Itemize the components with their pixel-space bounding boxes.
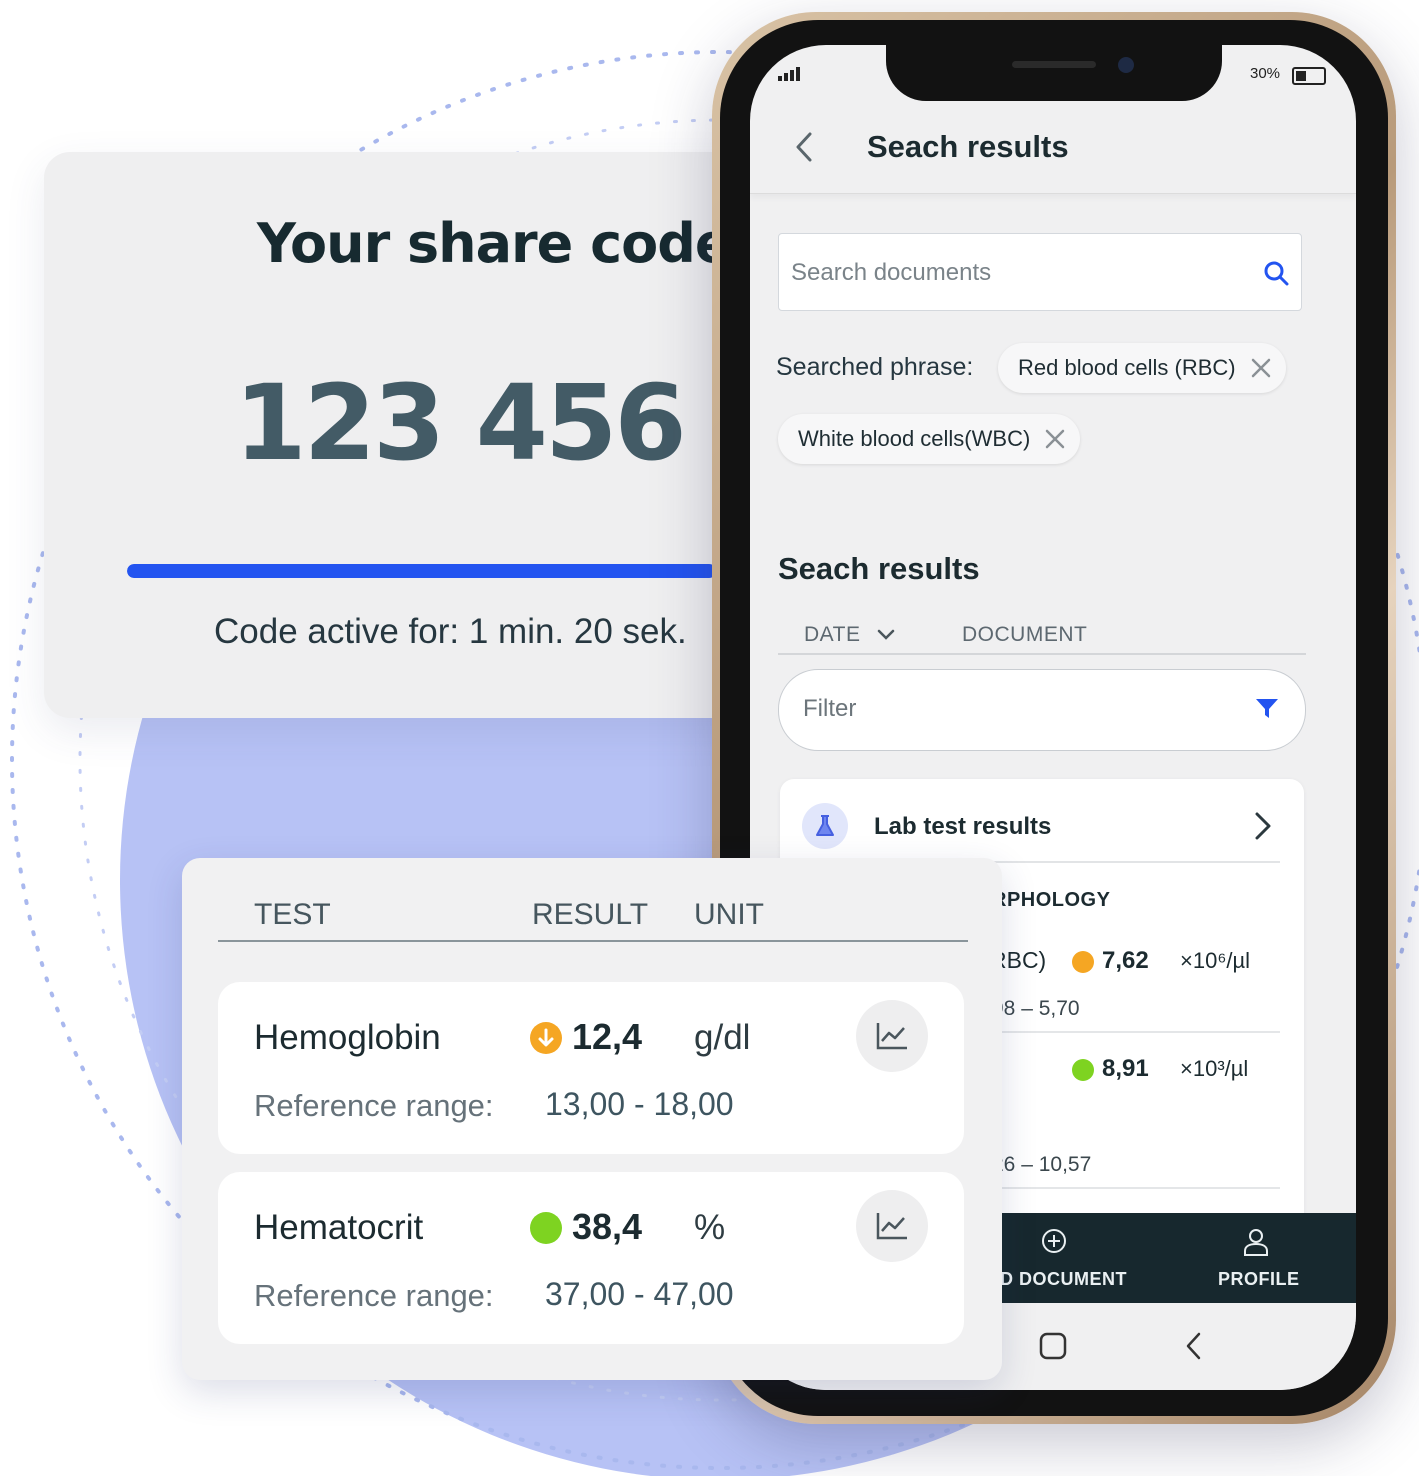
result-value: 38,4 bbox=[572, 1206, 643, 1247]
lab-row-unit: ×10⁶/µl bbox=[1180, 948, 1251, 973]
phone-notch bbox=[886, 45, 1222, 101]
plus-circle-icon bbox=[1042, 1229, 1066, 1253]
flask-icon bbox=[802, 803, 848, 849]
date-header-label: DATE bbox=[804, 623, 861, 646]
line-chart-icon bbox=[876, 1023, 907, 1050]
page-title: Seach results bbox=[867, 129, 1069, 164]
chevron-down-icon bbox=[877, 629, 895, 640]
app-bar: Seach results bbox=[750, 101, 1356, 194]
status-low-icon bbox=[530, 1022, 562, 1054]
code-timer-progress bbox=[127, 564, 767, 578]
front-camera bbox=[1118, 57, 1134, 73]
battery-percentage: 30% bbox=[1250, 65, 1281, 82]
trend-chart-button[interactable] bbox=[856, 1000, 928, 1072]
code-active-text: Code active for: 1 min. 20 sek. bbox=[214, 612, 687, 651]
lab-row-value: 8,91 bbox=[1102, 1055, 1149, 1082]
close-icon[interactable] bbox=[1044, 428, 1066, 450]
close-icon[interactable] bbox=[1250, 357, 1272, 379]
results-section-title: Seach results bbox=[778, 551, 980, 586]
code-timer-progress-fill bbox=[127, 564, 716, 578]
phrase-chip-wbc[interactable]: White blood cells(WBC) bbox=[778, 414, 1081, 464]
lab-row-unit: ×10³/µl bbox=[1180, 1056, 1249, 1081]
search-box bbox=[778, 233, 1302, 312]
test-name: Hemoglobin bbox=[254, 1018, 441, 1057]
results-table-card: TEST RESULT UNIT Hemoglobin 12,4 g/dl Re… bbox=[182, 858, 1002, 1380]
filter-dropdown[interactable]: Filter bbox=[778, 669, 1306, 751]
nav-add-document[interactable]: D DOCUMENT bbox=[980, 1213, 1140, 1303]
lab-results-title: Lab test results bbox=[874, 813, 1052, 840]
nav-profile[interactable]: PROFILE bbox=[1200, 1213, 1310, 1303]
header-result: RESULT bbox=[532, 898, 649, 931]
home-square-icon[interactable] bbox=[1038, 1331, 1068, 1361]
lab-row-ref: 98 – 5,70 bbox=[992, 997, 1080, 1020]
signal-icon bbox=[778, 67, 800, 81]
test-name: Hematocrit bbox=[254, 1208, 424, 1247]
speaker-grille bbox=[1012, 61, 1096, 68]
status-normal-icon bbox=[1072, 1059, 1094, 1081]
chevron-right-icon[interactable] bbox=[1254, 811, 1272, 841]
lab-row-divider bbox=[994, 1031, 1280, 1033]
phrase-chip-rbc[interactable]: Red blood cells (RBC) bbox=[998, 343, 1286, 393]
result-value: 12,4 bbox=[572, 1016, 643, 1057]
table-row[interactable]: Hemoglobin 12,4 g/dl Reference range: 13… bbox=[218, 982, 964, 1154]
line-chart-icon bbox=[876, 1213, 907, 1240]
filter-icon bbox=[1256, 699, 1278, 718]
share-code-card: Your share code: 123 456 Code active for… bbox=[44, 152, 767, 718]
column-divider bbox=[778, 653, 1306, 655]
reference-range-value: 37,00 - 47,00 bbox=[545, 1276, 734, 1312]
lab-row-divider bbox=[994, 1187, 1280, 1189]
reference-range-label: Reference range: bbox=[254, 1088, 494, 1123]
sort-date-header[interactable]: DATE bbox=[804, 623, 895, 647]
result-unit: g/dl bbox=[694, 1018, 751, 1057]
battery-icon bbox=[1292, 67, 1326, 85]
search-input[interactable] bbox=[789, 234, 1253, 312]
chip-label: White blood cells(WBC) bbox=[798, 426, 1031, 451]
lab-row-value: 7,62 bbox=[1102, 947, 1149, 974]
trend-chart-button[interactable] bbox=[856, 1190, 928, 1262]
nav-add-document-label: D DOCUMENT bbox=[1000, 1269, 1127, 1289]
lab-row-ref: 26 – 10,57 bbox=[992, 1153, 1092, 1176]
document-header[interactable]: DOCUMENT bbox=[962, 623, 1087, 647]
back-arrow-icon[interactable] bbox=[794, 131, 814, 163]
table-header-divider bbox=[218, 940, 968, 942]
search-icon[interactable] bbox=[1263, 260, 1289, 286]
system-back-icon[interactable] bbox=[1184, 1331, 1204, 1361]
status-normal-icon bbox=[530, 1212, 562, 1244]
reference-range-label: Reference range: bbox=[254, 1278, 494, 1313]
header-test: TEST bbox=[254, 898, 331, 931]
nav-profile-label: PROFILE bbox=[1218, 1269, 1300, 1289]
person-icon bbox=[1244, 1229, 1268, 1256]
header-unit: UNIT bbox=[694, 898, 764, 931]
filter-placeholder: Filter bbox=[803, 695, 857, 722]
table-row[interactable]: Hematocrit 38,4 % Reference range: 37,00… bbox=[218, 1172, 964, 1344]
searched-phrase-label: Searched phrase: bbox=[776, 353, 974, 381]
section-label: RPHOLOGY bbox=[992, 889, 1111, 911]
result-unit: % bbox=[694, 1208, 726, 1247]
chip-label: Red blood cells (RBC) bbox=[1018, 355, 1236, 380]
status-low-icon bbox=[1072, 951, 1094, 973]
reference-range-value: 13,00 - 18,00 bbox=[545, 1086, 734, 1122]
